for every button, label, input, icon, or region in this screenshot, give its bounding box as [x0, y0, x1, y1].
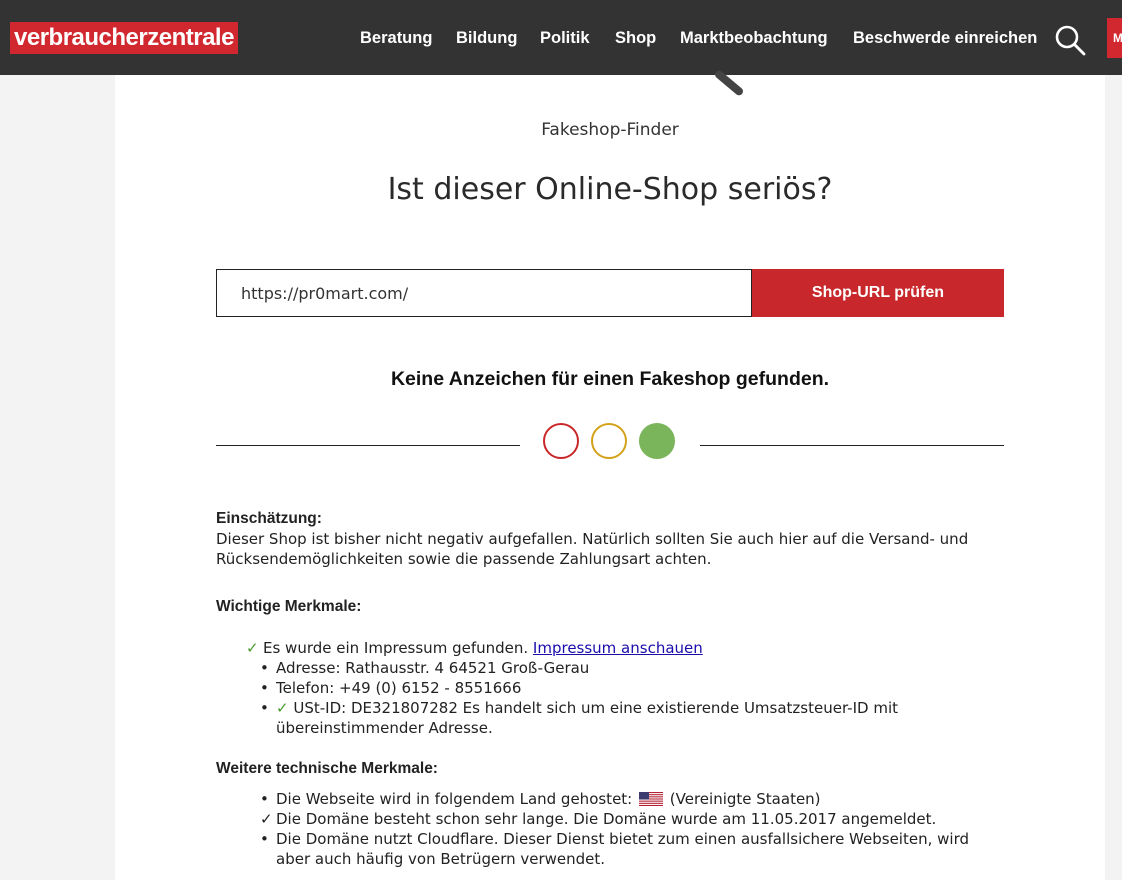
bullet-icon: •	[260, 830, 269, 848]
check-icon: ✓	[246, 639, 259, 657]
hosting-country: (Vereinigte Staaten)	[669, 790, 821, 808]
cloudflare-text: Die Domäne nutzt Cloudflare. Dieser Dien…	[276, 830, 969, 868]
list-item: ✓ Die Domäne besteht schon sehr lange. D…	[216, 809, 1006, 829]
impressum-text: Es wurde ein Impressum gefunden.	[263, 639, 529, 657]
hosting-text: Die Webseite wird in folgendem Land geho…	[276, 790, 633, 808]
us-flag-icon	[639, 792, 664, 806]
bullet-icon: •	[260, 679, 269, 697]
divider-left	[216, 445, 520, 446]
bullet-icon: •	[260, 699, 269, 717]
features-label: Wichtige Merkmale:	[216, 597, 1006, 617]
assessment-text: Dieser Shop ist bisher nicht negativ auf…	[216, 530, 969, 568]
impressum-link[interactable]: Impressum anschauen	[533, 639, 703, 657]
shop-url-input[interactable]	[216, 269, 752, 317]
assessment-label: Einschätzung:	[216, 510, 322, 527]
search-icon[interactable]	[1054, 24, 1086, 56]
traffic-light-red	[543, 423, 579, 459]
features-label-text: Wichtige Merkmale:	[216, 598, 362, 615]
traffic-light-green	[639, 423, 675, 459]
check-icon: ✓	[260, 810, 273, 828]
impressum-item: ✓ Es wurde ein Impressum gefunden. Impre…	[216, 638, 1006, 658]
divider-right	[700, 445, 1004, 446]
nav-bildung[interactable]: Bildung	[456, 29, 517, 48]
nav-marktbeobachtung[interactable]: Marktbeobachtung	[680, 29, 828, 48]
site-header: verbraucherzentrale Beratung Bildung Pol…	[0, 0, 1122, 75]
logo[interactable]: verbraucherzentrale	[10, 22, 238, 54]
bullet-icon: •	[260, 790, 269, 808]
bullet-icon: •	[260, 659, 269, 677]
list-item: • Die Webseite wird in folgendem Land ge…	[216, 789, 1006, 809]
list-item: • ✓ USt-ID: DE321807282 Es handelt sich …	[216, 698, 1006, 738]
list-item: • Die Domäne nutzt Cloudflare. Dieser Di…	[216, 829, 1006, 869]
vat-id-text: USt-ID: DE321807282 Es handelt sich um e…	[276, 699, 898, 737]
list-item: • Adresse: Rathausstr. 4 64521 Groß-Gera…	[216, 658, 1006, 678]
check-icon: ✓	[276, 699, 289, 717]
domain-age-text: Die Domäne besteht schon sehr lange. Die…	[276, 810, 937, 828]
nav-beratung[interactable]: Beratung	[360, 29, 432, 48]
nav-shop[interactable]: Shop	[615, 29, 656, 48]
technical-list: • Die Webseite wird in folgendem Land ge…	[216, 789, 1006, 869]
traffic-light-yellow	[591, 423, 627, 459]
nav-politik[interactable]: Politik	[540, 29, 590, 48]
header-red-tab[interactable]: M	[1107, 18, 1122, 58]
check-url-button[interactable]: Shop-URL prüfen	[752, 269, 1004, 317]
page-title: Ist dieser Online-Shop seriös?	[387, 172, 833, 207]
assessment-section: Einschätzung: Dieser Shop ist bisher nic…	[216, 509, 1006, 569]
result-title: Keine Anzeichen für einen Fakeshop gefun…	[390, 368, 830, 390]
technical-label: Weitere technische Merkmale:	[216, 759, 1006, 779]
phone-text: Telefon: +49 (0) 6152 - 8551666	[276, 679, 522, 697]
list-item: • Telefon: +49 (0) 6152 - 8551666	[216, 678, 1006, 698]
technical-label-text: Weitere technische Merkmale:	[216, 760, 438, 777]
features-list: ✓ Es wurde ein Impressum gefunden. Impre…	[216, 638, 1006, 738]
nav-beschwerde-einreichen[interactable]: Beschwerde einreichen	[853, 29, 1037, 48]
address-text: Adresse: Rathausstr. 4 64521 Groß-Gerau	[276, 659, 590, 677]
finder-kicker: Fakeshop-Finder	[541, 120, 679, 140]
